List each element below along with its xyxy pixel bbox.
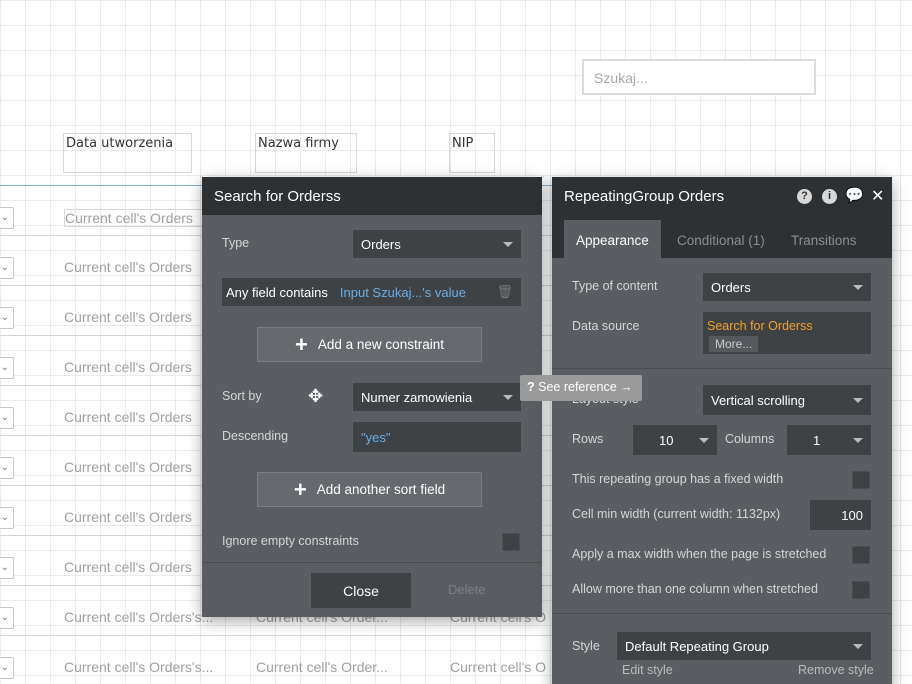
type-value: Orders <box>361 236 401 252</box>
data-source-value[interactable]: Search for Orderss <box>707 319 813 333</box>
move-cursor-icon: ✥ <box>308 386 324 406</box>
cell-min-width-label: Cell min width (current width: 1132px) <box>572 507 781 521</box>
more-button[interactable]: More... <box>709 336 759 352</box>
add-constraint-button[interactable]: + Add a new constraint <box>257 327 482 362</box>
help-icon[interactable]: ? <box>797 189 812 204</box>
table-cell[interactable]: Current cell's Orders <box>64 359 224 375</box>
row-dropdown-handle[interactable]: ⌄ <box>0 657 14 679</box>
info-icon[interactable]: i <box>822 189 837 204</box>
row-dropdown-handle[interactable]: ⌄ <box>0 557 14 579</box>
type-label: Type <box>222 236 250 250</box>
rg-panel-header[interactable]: RepeatingGroup Orders ? i 💬 ✕ <box>552 177 892 215</box>
table-cell[interactable]: Current cell's Orders <box>64 259 224 275</box>
row-separator <box>0 635 560 636</box>
rows-label: Rows <box>572 432 604 446</box>
row-dropdown-handle[interactable]: ⌄ <box>0 357 14 379</box>
question-icon: ? <box>527 380 535 394</box>
repeating-group-panel[interactable]: RepeatingGroup Orders ? i 💬 ✕ Appearance… <box>552 177 892 684</box>
tab-transitions[interactable]: Transitions <box>779 220 869 258</box>
style-label: Style <box>572 639 600 653</box>
allow-more-columns-checkbox[interactable] <box>852 581 870 599</box>
row-dropdown-handle[interactable]: ⌄ <box>0 407 14 429</box>
constraint-label: Any field contains <box>226 284 328 300</box>
table-cell[interactable]: Current cell's Orders <box>64 559 224 575</box>
chevron-down-icon <box>853 437 863 443</box>
constraint-value[interactable]: Input Szukaj...'s value <box>340 285 466 300</box>
rg-panel-title: RepeatingGroup Orders <box>564 188 725 205</box>
divider <box>552 613 892 614</box>
style-dropdown[interactable]: Default Repeating Group <box>617 632 871 660</box>
rows-dropdown[interactable]: 10 <box>633 425 717 455</box>
chevron-down-icon <box>853 397 863 403</box>
data-source-label: Data source <box>572 319 640 333</box>
columns-dropdown[interactable]: 1 <box>787 425 871 455</box>
sort-by-dropdown[interactable]: Numer zamowienia <box>353 383 521 411</box>
table-cell[interactable]: Current cell's Orders's... <box>64 609 224 625</box>
chevron-down-icon <box>853 284 863 290</box>
table-cell[interactable]: Current cell's Orders <box>64 509 224 525</box>
table-cell[interactable]: Current cell's Orders <box>64 459 224 475</box>
apply-max-width-label: Apply a max width when the page is stret… <box>572 547 827 561</box>
column-header-date[interactable]: Data utworzenia <box>63 133 192 173</box>
table-cell[interactable]: Current cell's O <box>450 659 550 675</box>
sort-by-value: Numer zamowienia <box>361 389 473 405</box>
chevron-down-icon <box>853 643 863 649</box>
table-cell[interactable]: Current cell's Orders <box>64 409 224 425</box>
table-cell[interactable]: Current cell's Orders <box>64 309 224 325</box>
chevron-down-icon <box>503 394 513 400</box>
row-dropdown-handle[interactable]: ⌄ <box>0 307 14 329</box>
fixed-width-checkbox[interactable] <box>852 471 870 489</box>
remove-style-link[interactable]: Remove style <box>798 663 874 677</box>
close-icon[interactable]: ✕ <box>871 186 884 206</box>
descending-field[interactable]: "yes" <box>353 422 521 452</box>
columns-label: Columns <box>725 432 775 446</box>
trash-icon[interactable]: 🗑 <box>496 284 513 300</box>
ignore-empty-label: Ignore empty constraints <box>222 534 359 548</box>
search-for-orders-panel[interactable]: Search for Orderss Type Orders Any field… <box>202 177 542 617</box>
tab-appearance[interactable]: Appearance <box>564 220 661 258</box>
column-header-company[interactable]: Nazwa firmy <box>255 133 357 173</box>
descending-label: Descending <box>222 429 289 443</box>
delete-button[interactable]: Delete <box>448 582 486 597</box>
chevron-down-icon <box>503 241 513 247</box>
rg-tab-bar: Appearance Conditional (1) Transitions <box>552 215 892 258</box>
table-cell[interactable]: Current cell's Orders <box>64 209 224 227</box>
close-button[interactable]: Close <box>311 573 411 608</box>
allow-more-columns-label: Allow more than one column when stretche… <box>572 582 818 596</box>
add-sort-field-button[interactable]: + Add another sort field <box>257 472 482 507</box>
search-input[interactable]: Szukaj... <box>582 59 816 95</box>
tab-conditional[interactable]: Conditional (1) <box>665 220 777 258</box>
row-dropdown-handle[interactable]: ⌄ <box>0 607 14 629</box>
type-of-content-label: Type of content <box>572 279 658 293</box>
constraint-row[interactable]: Any field contains Input Szukaj...'s val… <box>222 278 521 306</box>
plus-icon: + <box>293 476 307 502</box>
row-dropdown-handle[interactable]: ⌄ <box>0 257 14 279</box>
fixed-width-label: This repeating group has a fixed width <box>572 472 784 486</box>
divider <box>552 368 892 369</box>
column-header-nip[interactable]: NIP <box>449 133 495 173</box>
cell-min-width-input[interactable]: 100 <box>810 500 871 530</box>
apply-max-width-checkbox[interactable] <box>852 546 870 564</box>
comment-icon[interactable]: 💬 <box>845 186 864 204</box>
table-cell[interactable]: Current cell's Orders's... <box>64 659 224 675</box>
edit-style-link[interactable]: Edit style <box>622 663 673 677</box>
search-panel-title: Search for Orderss <box>214 188 341 205</box>
data-source-field[interactable]: Search for Orderss More... <box>703 312 871 354</box>
chevron-down-icon <box>699 437 709 443</box>
table-cell[interactable]: Current cell's Order... <box>256 659 416 675</box>
type-of-content-dropdown[interactable]: Orders <box>703 273 871 301</box>
see-reference-tooltip[interactable]: ? See reference → <box>520 375 642 401</box>
divider <box>202 562 542 563</box>
sort-by-label: Sort by <box>222 389 262 403</box>
plus-icon: + <box>295 331 308 357</box>
row-dropdown-handle[interactable]: ⌄ <box>0 207 14 229</box>
search-panel-header[interactable]: Search for Orderss <box>202 177 542 215</box>
type-dropdown[interactable]: Orders <box>353 230 521 258</box>
layout-style-dropdown[interactable]: Vertical scrolling <box>703 385 871 415</box>
row-dropdown-handle[interactable]: ⌄ <box>0 507 14 529</box>
row-dropdown-handle[interactable]: ⌄ <box>0 457 14 479</box>
descending-value: "yes" <box>361 429 391 445</box>
ignore-empty-checkbox[interactable] <box>502 533 520 551</box>
